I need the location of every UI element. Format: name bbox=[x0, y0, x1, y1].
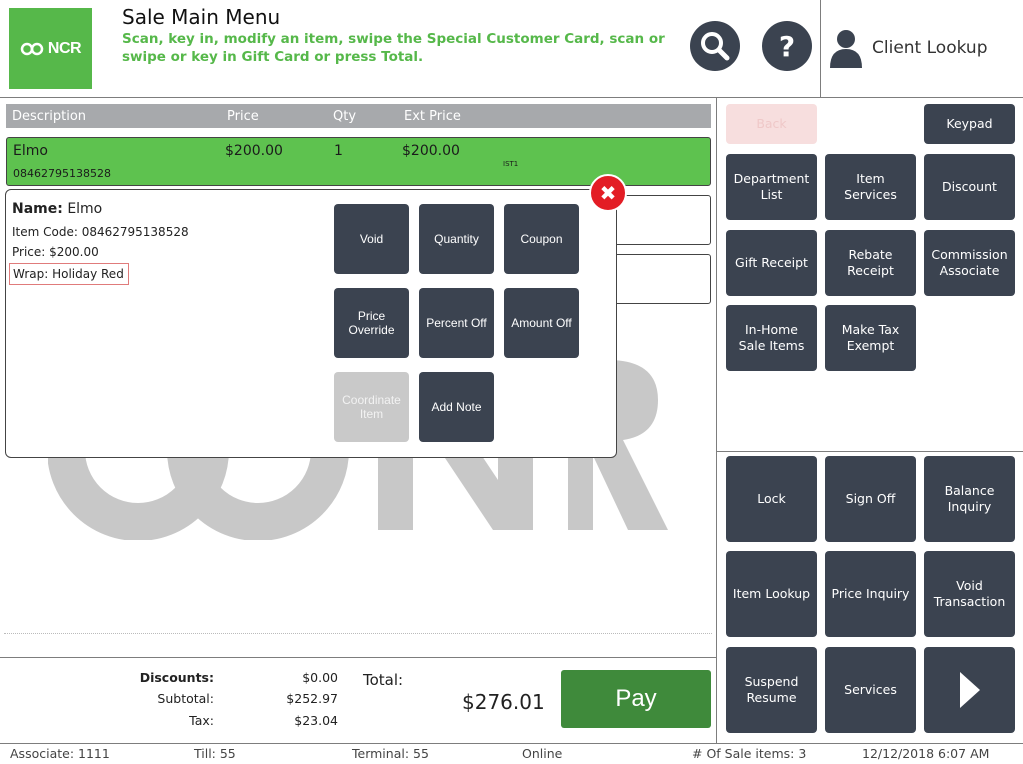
client-lookup-button[interactable]: Client Lookup bbox=[828, 28, 987, 68]
popup-name-value: Elmo bbox=[67, 201, 103, 217]
header: NCR Sale Main Menu Scan, key in, modify … bbox=[0, 0, 1023, 98]
help-icon: ? bbox=[778, 29, 796, 63]
percent-off-button[interactable]: Percent Off bbox=[419, 288, 494, 358]
void-button[interactable]: Void bbox=[334, 204, 409, 274]
item-code: 08462795138528 bbox=[13, 167, 111, 180]
department-list-button[interactable]: Department List bbox=[726, 154, 817, 220]
divider bbox=[4, 633, 712, 634]
item-services-button[interactable]: Item Services bbox=[825, 154, 916, 220]
discounts-value: $0.00 bbox=[302, 670, 338, 685]
arrow-right-icon bbox=[959, 672, 980, 708]
total-value: $276.01 bbox=[462, 690, 545, 714]
balance-inquiry-button[interactable]: Balance Inquiry bbox=[924, 456, 1015, 542]
divider bbox=[717, 451, 1023, 452]
item-lookup-button[interactable]: Item Lookup bbox=[726, 551, 817, 637]
in-home-sale-items-button[interactable]: In-Home Sale Items bbox=[726, 305, 817, 371]
user-icon bbox=[830, 30, 862, 68]
status-till: Till: 55 bbox=[194, 746, 236, 761]
item-ext-price: $200.00 bbox=[402, 143, 460, 159]
back-button[interactable]: Back bbox=[726, 104, 817, 144]
status-datetime: 12/12/2018 6:07 AM bbox=[862, 746, 990, 761]
total-label: Total: bbox=[363, 671, 404, 689]
popup-name-label: Name: bbox=[12, 201, 63, 217]
services-button[interactable]: Services bbox=[825, 647, 916, 733]
price-override-button[interactable]: Price Override bbox=[334, 288, 409, 358]
subtotal-label: Subtotal: bbox=[157, 691, 214, 706]
client-lookup-label: Client Lookup bbox=[872, 38, 988, 58]
page-title: Sale Main Menu bbox=[122, 5, 281, 29]
discounts-label: Discounts: bbox=[139, 670, 214, 685]
logo-text: NCR bbox=[47, 39, 82, 57]
quantity-button[interactable]: Quantity bbox=[419, 204, 494, 274]
discount-button[interactable]: Discount bbox=[924, 154, 1015, 220]
commission-associate-button[interactable]: Commission Associate bbox=[924, 230, 1015, 296]
status-bar: Associate: 1111 Till: 55 Terminal: 55 On… bbox=[0, 743, 1023, 764]
page-instructions: Scan, key in, modify an item, swipe the … bbox=[122, 31, 665, 65]
item-description: Elmo bbox=[13, 143, 48, 159]
divider bbox=[0, 657, 716, 658]
suspend-resume-button[interactable]: Suspend Resume bbox=[726, 647, 817, 733]
item-table-header: Description Price Qty Ext Price bbox=[6, 104, 711, 128]
popup-item-code: Item Code: 08462795138528 bbox=[12, 225, 189, 239]
tax-value: $23.04 bbox=[294, 713, 338, 728]
sign-off-button[interactable]: Sign Off bbox=[825, 456, 916, 542]
amount-off-button[interactable]: Amount Off bbox=[504, 288, 579, 358]
popup-close-button[interactable]: ✖ bbox=[589, 174, 627, 212]
item-tax-code: IST1 bbox=[503, 160, 519, 168]
item-detail-popup: Name: Elmo Item Code: 08462795138528 Pri… bbox=[5, 189, 617, 458]
popup-item-price: Price: $200.00 bbox=[12, 245, 99, 259]
price-inquiry-button[interactable]: Price Inquiry bbox=[825, 551, 916, 637]
ncr-logo: NCR bbox=[9, 8, 92, 89]
ncr-rings-icon bbox=[20, 42, 44, 55]
col-ext-price: Ext Price bbox=[404, 109, 461, 124]
status-associate: Associate: 1111 bbox=[10, 746, 110, 761]
popup-wrap: Wrap: Holiday Red bbox=[9, 263, 129, 285]
item-qty: 1 bbox=[334, 143, 343, 159]
status-terminal: Terminal: 55 bbox=[352, 746, 429, 761]
add-note-button[interactable]: Add Note bbox=[419, 372, 494, 442]
lock-button[interactable]: Lock bbox=[726, 456, 817, 542]
status-sale-items: # Of Sale items: 3 bbox=[692, 746, 807, 761]
item-price: $200.00 bbox=[225, 143, 283, 159]
close-icon: ✖ bbox=[599, 181, 617, 205]
make-tax-exempt-button[interactable]: Make Tax Exempt bbox=[825, 305, 916, 371]
pay-button[interactable]: Pay bbox=[561, 670, 711, 728]
help-button[interactable]: ? bbox=[762, 21, 812, 71]
void-transaction-button[interactable]: Void Transaction bbox=[924, 551, 1015, 637]
popup-item-name: Name: Elmo bbox=[12, 201, 102, 217]
keypad-button[interactable]: Keypad bbox=[924, 104, 1015, 144]
header-divider bbox=[820, 0, 821, 98]
search-icon bbox=[701, 32, 730, 61]
subtotal-value: $252.97 bbox=[286, 691, 338, 706]
col-qty: Qty bbox=[333, 109, 357, 124]
next-page-button[interactable] bbox=[924, 647, 1015, 733]
search-button[interactable] bbox=[690, 21, 740, 71]
divider bbox=[716, 98, 717, 743]
col-price: Price bbox=[227, 109, 259, 124]
tax-label: Tax: bbox=[189, 713, 214, 728]
gift-receipt-button[interactable]: Gift Receipt bbox=[726, 230, 817, 296]
coupon-button[interactable]: Coupon bbox=[504, 204, 579, 274]
col-description: Description bbox=[12, 109, 87, 124]
rebate-receipt-button[interactable]: Rebate Receipt bbox=[825, 230, 916, 296]
coordinate-item-button[interactable]: Coordinate Item bbox=[334, 372, 409, 442]
status-online: Online bbox=[522, 746, 563, 761]
